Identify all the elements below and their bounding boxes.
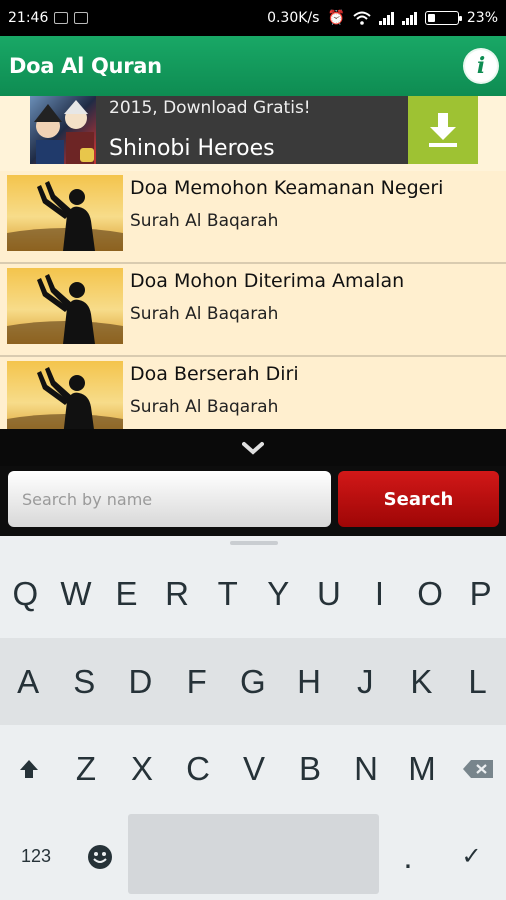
shift-key[interactable]	[0, 725, 58, 813]
key-n[interactable]: N	[338, 725, 394, 813]
period-key[interactable]: .	[379, 813, 437, 900]
key-t[interactable]: T	[202, 550, 253, 638]
key-p[interactable]: P	[455, 550, 506, 638]
key-r[interactable]: R	[152, 550, 203, 638]
numbers-key[interactable]: 123	[0, 813, 72, 900]
key-j[interactable]: J	[337, 638, 393, 725]
signal-icon-2	[401, 11, 417, 25]
key-e[interactable]: E	[101, 550, 152, 638]
emoji-key[interactable]	[72, 813, 128, 900]
list-item[interactable]: Doa Memohon Keamanan Negeri Surah Al Baq…	[0, 171, 506, 264]
ad-character-art	[34, 100, 94, 164]
list-item-subtitle: Surah Al Baqarah	[130, 211, 279, 231]
key-i[interactable]: I	[354, 550, 405, 638]
gamepad-icon	[74, 12, 89, 24]
alarm-icon: ⏰	[327, 10, 345, 26]
search-button[interactable]: Search	[338, 471, 499, 527]
list-item-title: Doa Mohon Diterima Amalan	[130, 270, 405, 292]
download-icon	[429, 113, 457, 147]
content-area: 2015, Download Gratis! Shinobi Heroes Do…	[0, 96, 506, 429]
key-d[interactable]: D	[112, 638, 168, 725]
prayer-thumbnail	[7, 175, 123, 251]
backspace-icon	[463, 760, 493, 778]
praying-silhouette-image	[7, 181, 123, 251]
chevron-down-icon	[242, 441, 264, 455]
key-y[interactable]: Y	[253, 550, 304, 638]
ad-title: Shinobi Heroes	[109, 136, 275, 161]
key-h[interactable]: H	[281, 638, 337, 725]
wifi-icon	[353, 11, 371, 25]
app-bar: Doa Al Quran i	[0, 36, 506, 96]
soft-keyboard: Q W E R T Y U I O P A S D F G H J K L Z …	[0, 536, 506, 900]
keyboard-row-1: Q W E R T Y U I O P	[0, 550, 506, 638]
search-input[interactable]	[8, 471, 331, 527]
key-b[interactable]: B	[282, 725, 338, 813]
list-item-subtitle: Surah Al Baqarah	[130, 397, 279, 417]
praying-silhouette-image	[7, 367, 123, 429]
ad-thumbnail	[30, 96, 96, 164]
key-k[interactable]: K	[393, 638, 449, 725]
prayer-thumbnail	[7, 268, 123, 344]
list-item-title: Doa Memohon Keamanan Negeri	[130, 177, 444, 199]
key-q[interactable]: Q	[0, 550, 51, 638]
key-z[interactable]: Z	[58, 725, 114, 813]
praying-silhouette-image	[7, 274, 123, 344]
shift-icon	[20, 760, 38, 778]
doa-list: Doa Memohon Keamanan Negeri Surah Al Baq…	[0, 171, 506, 429]
download-button[interactable]	[408, 96, 478, 164]
app-title: Doa Al Quran	[9, 54, 162, 78]
status-bar: 21:46 0.30K/s ⏰ 23%	[0, 0, 506, 36]
key-u[interactable]: U	[304, 550, 355, 638]
keyboard-row-2: A S D F G H J K L	[0, 638, 506, 725]
ad-subtitle: 2015, Download Gratis!	[109, 98, 311, 118]
key-a[interactable]: A	[0, 638, 56, 725]
key-s[interactable]: S	[56, 638, 112, 725]
ad-banner[interactable]: 2015, Download Gratis! Shinobi Heroes	[30, 96, 478, 164]
screen: 21:46 0.30K/s ⏰ 23% Doa Al Quran i 2015,…	[0, 0, 506, 900]
battery-percent: 23%	[466, 10, 498, 26]
network-speed: 0.30K/s	[267, 10, 320, 26]
keyboard-handle	[230, 541, 278, 545]
key-g[interactable]: G	[225, 638, 281, 725]
clock: 21:46	[8, 10, 49, 26]
keyboard-row-3: Z X C V B N M	[0, 725, 506, 813]
key-w[interactable]: W	[51, 550, 102, 638]
list-item[interactable]: Doa Berserah Diri Surah Al Baqarah	[0, 357, 506, 429]
key-l[interactable]: L	[450, 638, 506, 725]
key-f[interactable]: F	[169, 638, 225, 725]
keyboard-row-4: 123 . ✓	[0, 813, 506, 900]
signal-icon	[378, 11, 394, 25]
key-c[interactable]: C	[170, 725, 226, 813]
key-v[interactable]: V	[226, 725, 282, 813]
backspace-key[interactable]	[450, 725, 506, 813]
key-x[interactable]: X	[114, 725, 170, 813]
space-key[interactable]	[128, 814, 379, 894]
info-icon[interactable]: i	[465, 50, 497, 82]
list-item[interactable]: Doa Mohon Diterima Amalan Surah Al Baqar…	[0, 264, 506, 357]
emoji-icon	[88, 844, 112, 869]
key-m[interactable]: M	[394, 725, 450, 813]
prayer-thumbnail	[7, 361, 123, 429]
search-bar: Search	[0, 466, 506, 536]
drawer-toggle[interactable]	[0, 429, 506, 466]
done-key[interactable]: ✓	[437, 813, 506, 900]
battery-icon	[424, 11, 462, 25]
key-o[interactable]: O	[405, 550, 456, 638]
list-item-subtitle: Surah Al Baqarah	[130, 304, 279, 324]
list-item-title: Doa Berserah Diri	[130, 363, 299, 385]
notification-icon	[54, 12, 69, 24]
